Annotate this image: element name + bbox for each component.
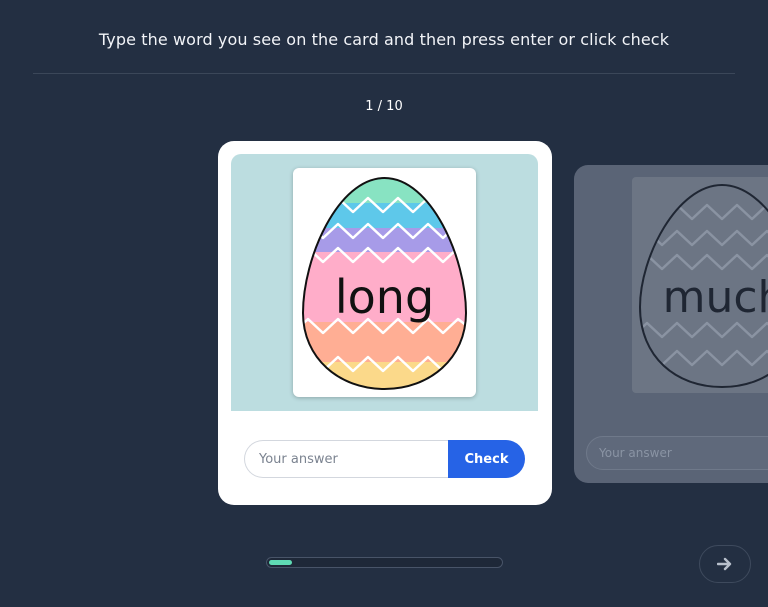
progress-fill [269, 560, 292, 565]
next-card-preview[interactable]: much Your answer [574, 165, 768, 483]
next-card-word: much [663, 272, 768, 323]
easter-egg-illustration: long [301, 176, 468, 391]
instruction-text: Type the word you see on the card and th… [98, 30, 670, 49]
answer-row: Check [244, 440, 525, 478]
divider [33, 73, 735, 74]
card-word: long [335, 270, 434, 324]
next-card-button[interactable] [699, 545, 751, 583]
card-counter: 1 / 10 [365, 99, 403, 114]
active-card: long Check [218, 141, 552, 505]
next-card-image: much [632, 177, 768, 393]
arrow-right-icon [717, 557, 732, 571]
next-egg-illustration: much [638, 183, 768, 389]
card-image-area: long [231, 154, 538, 411]
next-answer-input: Your answer [586, 436, 768, 470]
answer-input[interactable] [244, 440, 448, 478]
flashcard-image: long [293, 168, 476, 397]
check-button[interactable]: Check [448, 440, 525, 478]
progress-bar [266, 557, 503, 568]
